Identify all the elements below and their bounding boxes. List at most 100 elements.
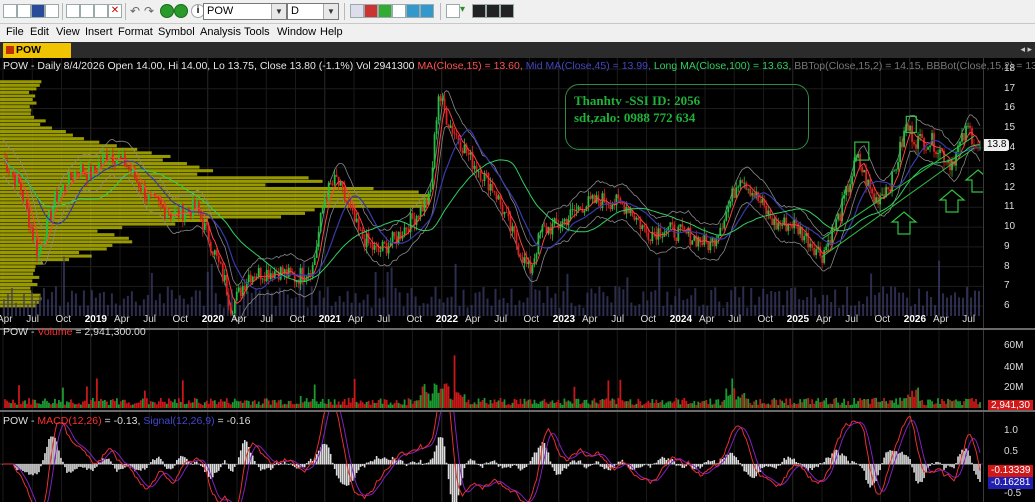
period-combo[interactable]: D ▼ — [287, 3, 339, 20]
zoom-in-icon[interactable] — [406, 4, 420, 18]
candle-body — [351, 208, 354, 211]
macd-histogram-bar — [265, 464, 268, 469]
candle-body — [113, 162, 116, 165]
open-folder-icon[interactable] — [17, 4, 31, 18]
candle-body — [28, 209, 30, 228]
volume-profile-bar — [0, 290, 32, 294]
macd-histogram-bar — [331, 462, 334, 465]
macd-histogram-bar — [649, 464, 652, 468]
paste-icon[interactable] — [94, 4, 108, 18]
volume-bar — [205, 400, 208, 408]
brush-icon[interactable] — [486, 4, 500, 18]
redo-icon[interactable]: ↷ — [144, 4, 158, 18]
macd-histogram-bar — [955, 463, 957, 465]
menu-file[interactable]: File — [6, 26, 24, 38]
price-volume-shade — [246, 291, 249, 316]
menu-format[interactable]: Format — [118, 26, 153, 38]
volume-bar — [153, 402, 156, 408]
volume-bar — [167, 398, 170, 408]
candle-body — [637, 217, 640, 220]
candle-body — [549, 227, 552, 235]
x-axis-month-label: Jul — [143, 314, 157, 325]
price-volume-shade — [38, 295, 41, 316]
candle-body — [473, 165, 476, 169]
bar-icon[interactable] — [378, 4, 392, 18]
chart-style-icon[interactable] — [350, 4, 364, 18]
menu-edit[interactable]: Edit — [30, 26, 49, 38]
symbol-combo[interactable]: POW ▼ — [203, 3, 287, 20]
menu-symbol[interactable]: Symbol — [158, 26, 195, 38]
macd-histogram-bar — [140, 464, 142, 471]
menu-insert[interactable]: Insert — [85, 26, 113, 38]
macd-histogram-bar — [883, 457, 885, 465]
price-volume-shade — [78, 305, 81, 316]
tab-pow-daily[interactable]: POW (Daily) — [3, 43, 71, 71]
delete-icon[interactable]: ✕ — [108, 4, 122, 18]
new-file-icon[interactable] — [3, 4, 17, 18]
chevron-down-icon[interactable]: ▼ — [271, 4, 286, 19]
macd-histogram-bar — [30, 464, 32, 475]
scroll-arrows-icon[interactable]: ◂ ▸ — [1020, 44, 1032, 55]
volume-bar — [351, 397, 354, 408]
draw-line-icon[interactable] — [446, 4, 460, 18]
play-icon[interactable] — [160, 4, 174, 18]
volume-bar — [749, 403, 752, 408]
grid-icon[interactable] — [392, 4, 406, 18]
price-volume-shade — [254, 289, 257, 316]
save-icon[interactable] — [31, 4, 45, 18]
x-axis-month-label: Apr — [231, 314, 247, 325]
marker-icon[interactable] — [500, 4, 514, 18]
volume-bar — [92, 397, 94, 408]
volume-chart[interactable] — [0, 330, 983, 410]
macd-histogram-bar — [457, 464, 460, 496]
volume-bar — [609, 400, 612, 408]
volume-bar — [901, 400, 903, 408]
volume-bar — [593, 398, 596, 408]
macd-histogram-bar — [80, 464, 82, 467]
macd-histogram-bar — [233, 464, 236, 467]
macd-histogram-bar — [251, 455, 254, 465]
macd-histogram-bar — [951, 464, 953, 468]
menu-help[interactable]: Help — [320, 26, 343, 38]
menu-analysis[interactable]: Analysis — [200, 26, 241, 38]
candle-body — [379, 251, 382, 253]
volume-profile-bar — [0, 154, 171, 158]
forward-icon[interactable] — [174, 4, 188, 18]
price-volume-shade — [462, 289, 465, 316]
zoom-out-icon[interactable] — [420, 4, 434, 18]
candle-body — [915, 144, 917, 149]
x-axis-month-label: Oct — [640, 314, 657, 325]
macd-histogram-bar — [483, 463, 486, 465]
print-icon[interactable] — [66, 4, 80, 18]
volume-bar — [681, 399, 684, 408]
price-chart[interactable] — [0, 58, 983, 328]
macd-histogram-bar — [775, 464, 778, 469]
price-volume-shade — [282, 289, 285, 316]
chevron-down-icon[interactable]: ▼ — [323, 4, 338, 19]
macd-histogram-bar — [841, 453, 843, 465]
candle-body — [927, 147, 929, 150]
price-volume-shade — [150, 272, 153, 316]
macd-histogram-bar — [335, 464, 338, 476]
menu-view[interactable]: View — [56, 26, 80, 38]
volume-bar — [417, 400, 420, 408]
menu-window[interactable]: Window — [277, 26, 316, 38]
up-arrow-annotation — [890, 211, 918, 235]
candle-body — [635, 217, 638, 220]
menu-tools[interactable]: Tools — [244, 26, 270, 38]
volume-bar — [487, 404, 490, 408]
macd-histogram-bar — [771, 464, 774, 468]
cut-icon[interactable] — [80, 4, 94, 18]
volume-bar — [833, 398, 836, 408]
candle-icon[interactable] — [364, 4, 378, 18]
candle-body — [227, 294, 230, 306]
copy-icon[interactable] — [45, 4, 59, 18]
volume-bar — [345, 405, 348, 408]
candle-body — [649, 239, 652, 242]
candle-body — [137, 181, 140, 188]
pen-icon[interactable] — [472, 4, 486, 18]
price-volume-shade — [614, 286, 617, 316]
price-header: POW - Daily 8/4/2026 Open 14.00, Hi 14.0… — [3, 60, 1035, 72]
macd-histogram-bar — [110, 461, 112, 465]
undo-icon[interactable]: ↶ — [130, 4, 144, 18]
